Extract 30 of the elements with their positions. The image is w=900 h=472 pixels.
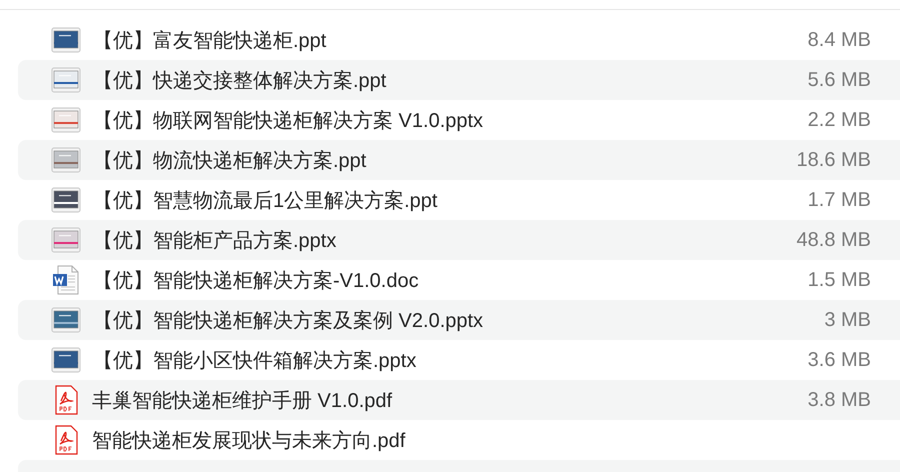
file-name[interactable]: 丰巢智能快递柜维护手册 V1.0.pdf	[92, 386, 711, 414]
file-size: 3.6 MB	[806, 348, 871, 372]
file-size: 1.7 MB	[806, 188, 871, 212]
file-name[interactable]: 【优】智能快递柜解决方案及案例 V2.0.pptx	[93, 306, 711, 334]
file-name[interactable]: 【优】物流快递柜解决方案.ppt	[93, 146, 711, 174]
file-size: 3 MB	[823, 308, 871, 332]
slide-thumbnail-icon	[51, 25, 81, 55]
file-size: 18.6 MB	[796, 148, 871, 172]
slide-thumbnail-icon	[51, 105, 81, 135]
file-size: 2.2 MB	[806, 108, 871, 132]
file-size: 8.4 MB	[806, 28, 871, 52]
file-name[interactable]: 【优】智能柜产品方案.pptx	[93, 226, 711, 254]
file-name[interactable]: 【优】智能小区快件箱解决方案.pptx	[93, 346, 711, 374]
slide-thumbnail-icon	[51, 145, 81, 175]
file-name[interactable]: 智能快递柜发展现状与未来方向.pdf	[92, 426, 900, 454]
file-name[interactable]: 【优】物联网智能快递柜解决方案 V1.0.pptx	[93, 106, 711, 134]
slide-thumbnail-icon	[51, 345, 81, 375]
file-size: 1.5 MB	[806, 268, 871, 292]
file-name[interactable]: 【优】富友智能快递柜.ppt	[93, 26, 711, 54]
file-name[interactable]: 【优】智能快递柜解决方案-V1.0.doc	[93, 266, 711, 294]
slide-thumbnail-icon	[51, 185, 81, 215]
file-size: 48.8 MB	[796, 228, 871, 252]
slide-thumbnail-icon	[51, 65, 81, 95]
file-size: 5.6 MB	[806, 68, 871, 92]
file-name[interactable]: 【优】快递交接整体解决方案.ppt	[93, 66, 711, 94]
word-document-icon	[51, 265, 81, 295]
file-size: 3.8 MB	[806, 388, 871, 412]
slide-thumbnail-icon	[51, 225, 81, 255]
file-name[interactable]: 【优】智慧物流最后1公里解决方案.ppt	[93, 186, 711, 214]
slide-thumbnail-icon	[51, 305, 81, 335]
